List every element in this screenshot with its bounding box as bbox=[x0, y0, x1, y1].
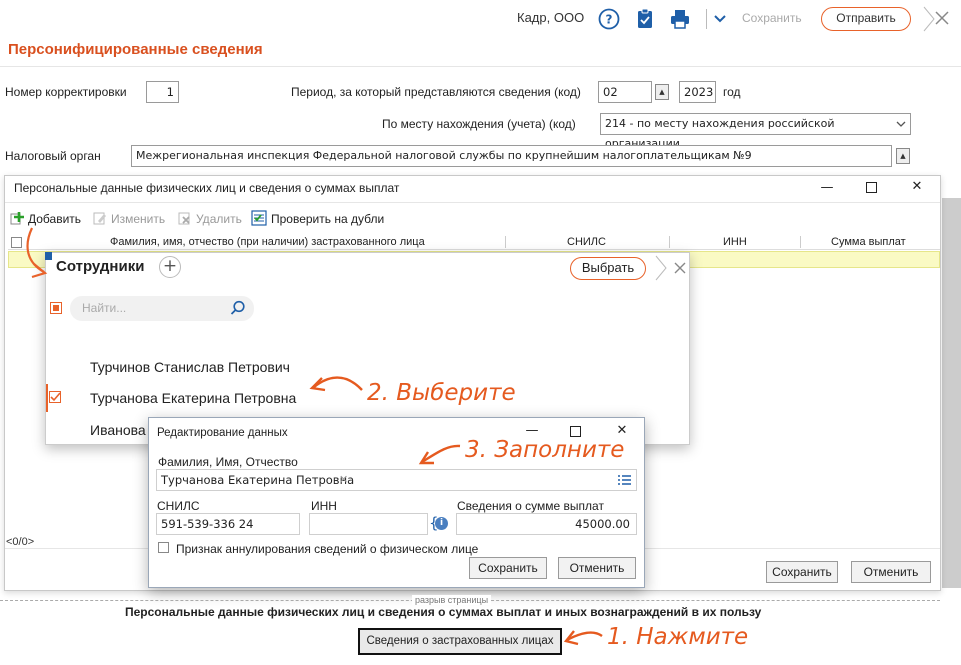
annotation-step3: 3. Заполните bbox=[465, 437, 625, 463]
annotation-arrows bbox=[26, 227, 603, 646]
annotation-step2: 2. Выберите bbox=[367, 380, 516, 406]
annotation-step1: 1. Нажмите bbox=[607, 624, 749, 650]
